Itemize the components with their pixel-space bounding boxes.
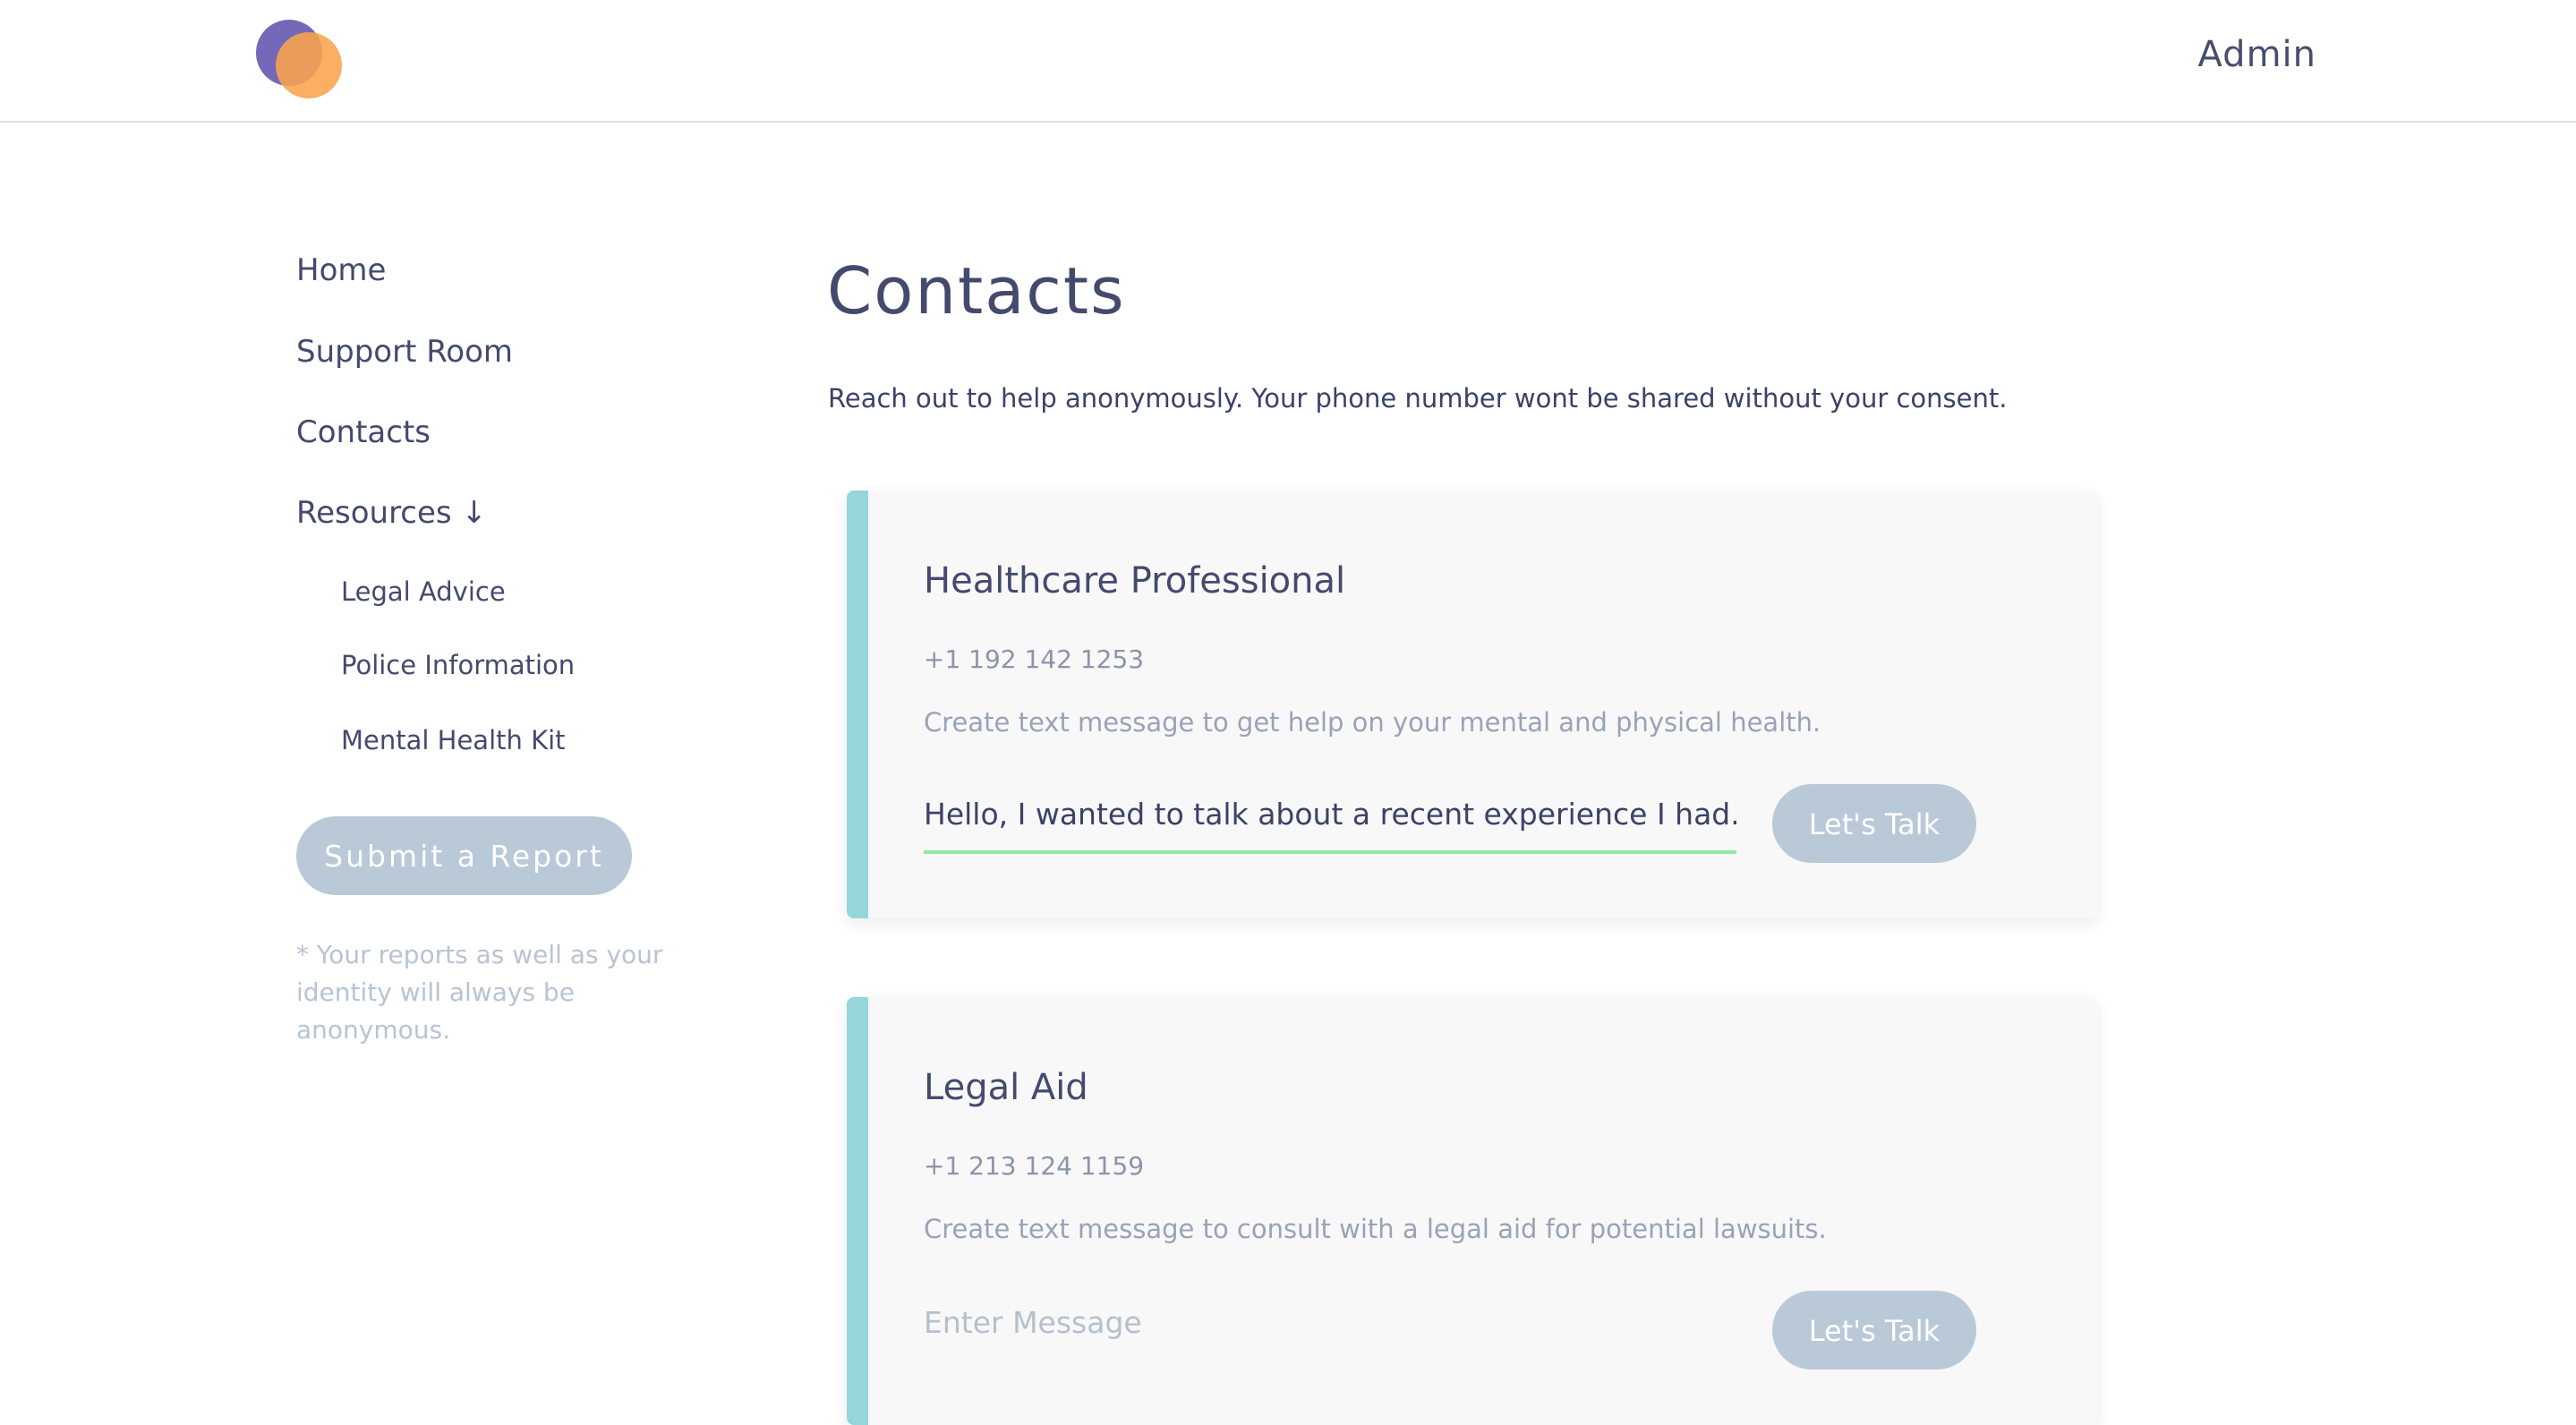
message-input[interactable] <box>924 1284 1736 1361</box>
sidebar-item-resources[interactable]: Resources ↓ <box>296 495 487 531</box>
page-title: Contacts <box>827 253 1126 329</box>
contact-card-legal-aid: Legal Aid +1 213 124 1159 Create text me… <box>847 997 2098 1425</box>
contact-card-healthcare: Healthcare Professional +1 192 142 1253 … <box>847 491 2098 918</box>
card-description: Create text message to consult with a le… <box>924 1214 1827 1244</box>
logo-icon[interactable] <box>254 18 344 100</box>
submit-report-button[interactable]: Submit a Report <box>296 816 632 895</box>
sidebar-subitem-police-information[interactable]: Police Information <box>341 650 575 680</box>
card-title: Healthcare Professional <box>924 560 1346 602</box>
sidebar-item-home[interactable]: Home <box>296 252 386 288</box>
message-input[interactable] <box>924 777 1736 854</box>
sidebar-item-contacts[interactable]: Contacts <box>296 414 431 450</box>
sidebar-item-support-room[interactable]: Support Room <box>296 334 513 370</box>
card-description: Create text message to get help on your … <box>924 707 1821 738</box>
card-phone: +1 192 142 1253 <box>924 644 1145 674</box>
admin-link[interactable]: Admin <box>2198 34 2316 75</box>
logo-orange-circle <box>276 32 342 98</box>
top-header: Admin <box>0 0 2576 123</box>
card-phone: +1 213 124 1159 <box>924 1151 1145 1181</box>
page-intro: Reach out to help anonymously. Your phon… <box>828 383 2008 414</box>
sidebar-subitem-legal-advice[interactable]: Legal Advice <box>341 576 506 607</box>
sidebar-subitem-mental-health-kit[interactable]: Mental Health Kit <box>341 725 566 755</box>
report-anonymity-note: * Your reports as well as your identity … <box>296 940 663 1045</box>
card-title: Legal Aid <box>924 1067 1088 1108</box>
lets-talk-button[interactable]: Let's Talk <box>1772 784 1976 863</box>
lets-talk-button[interactable]: Let's Talk <box>1772 1291 1976 1370</box>
